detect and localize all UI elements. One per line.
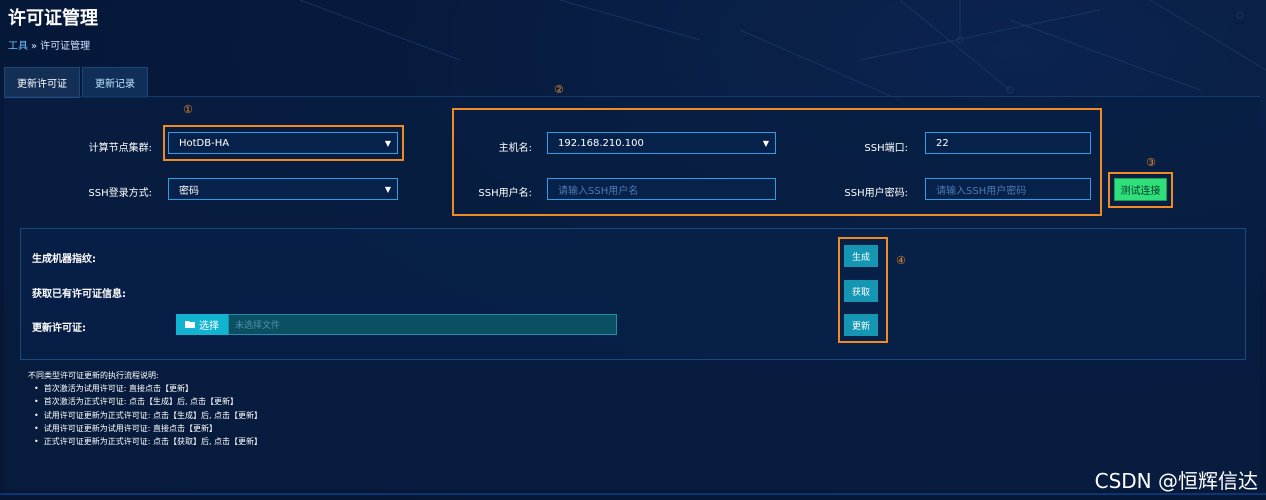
chevron-down-icon: ▼: [384, 139, 391, 148]
login-method-label: SSH登录方式:: [88, 188, 152, 199]
folder-open-icon: [185, 321, 195, 328]
chevron-down-icon: ▼: [384, 185, 391, 194]
notes-item: 首次激活为正式许可证: 点击【生成】后, 点击【更新】: [34, 395, 262, 408]
marker-2: ②: [554, 83, 564, 96]
watermark: CSDN @恒辉信达: [1094, 469, 1258, 493]
existing-license-label: 获取已有许可证信息:: [32, 289, 126, 300]
breadcrumb-root[interactable]: 工具: [8, 41, 28, 52]
tab-bar: 更新许可证 更新记录: [4, 67, 150, 98]
update-license-label: 更新许可证:: [32, 323, 86, 334]
cluster-select[interactable]: HotDB-HA ▼: [168, 132, 398, 154]
choose-file-button[interactable]: 选择: [176, 314, 228, 335]
host-select[interactable]: 192.168.210.100 ▼: [547, 132, 776, 154]
breadcrumb-separator: »: [31, 41, 38, 52]
login-method-select[interactable]: 密码 ▼: [168, 178, 398, 200]
notes-item: 试用许可证更新为试用许可证: 直接点击【更新】: [34, 422, 262, 435]
ssh-port-input[interactable]: 22: [925, 132, 1091, 154]
ssh-password-label: SSH用户密码:: [844, 188, 908, 199]
host-label: 主机名:: [498, 143, 532, 154]
process-notes: 不同类型许可证更新的执行流程说明: 首次激活为试用许可证: 直接点击【更新】 首…: [28, 369, 262, 448]
choose-file-label: 选择: [199, 321, 219, 332]
notes-item: 正式许可证更新为正式许可证: 点击【获取】后, 点击【更新】: [34, 435, 262, 448]
ssh-port-label: SSH端口:: [864, 143, 908, 154]
test-connection-button[interactable]: 测试连接: [1114, 178, 1167, 201]
cluster-label: 计算节点集群:: [88, 143, 152, 154]
ssh-user-label: SSH用户名:: [478, 188, 532, 199]
notes-item: 首次激活为试用许可证: 直接点击【更新】: [34, 382, 262, 395]
fetch-button[interactable]: 获取: [844, 280, 878, 302]
breadcrumb-current: 许可证管理: [40, 41, 91, 52]
license-actions-section: [20, 228, 1246, 360]
chevron-down-icon: ▼: [762, 139, 769, 148]
login-method-value: 密码: [179, 185, 199, 197]
page-title: 许可证管理: [8, 8, 98, 29]
marker-4: ④: [896, 254, 906, 267]
fingerprint-label: 生成机器指纹:: [32, 254, 96, 265]
tab-update-license[interactable]: 更新许可证: [4, 67, 80, 98]
generate-button[interactable]: 生成: [844, 245, 878, 267]
ssh-user-input[interactable]: 请输入SSH用户名: [547, 178, 776, 200]
notes-title: 不同类型许可证更新的执行流程说明:: [28, 371, 159, 380]
breadcrumb: 工具» 许可证管理: [8, 37, 90, 52]
marker-3: ③: [1146, 156, 1156, 169]
update-button[interactable]: 更新: [844, 314, 878, 336]
file-name-field[interactable]: 未选择文件: [228, 314, 617, 335]
cluster-select-value: HotDB-HA: [179, 137, 230, 149]
marker-1: ①: [183, 103, 193, 116]
tab-update-history[interactable]: 更新记录: [82, 67, 148, 98]
notes-list: 首次激活为试用许可证: 直接点击【更新】 首次激活为正式许可证: 点击【生成】后…: [28, 382, 262, 448]
ssh-password-input[interactable]: 请输入SSH用户密码: [925, 178, 1091, 200]
notes-item: 试用许可证更新为正式许可证: 点击【生成】后, 点击【更新】: [34, 409, 262, 422]
host-select-value: 192.168.210.100: [558, 137, 644, 149]
